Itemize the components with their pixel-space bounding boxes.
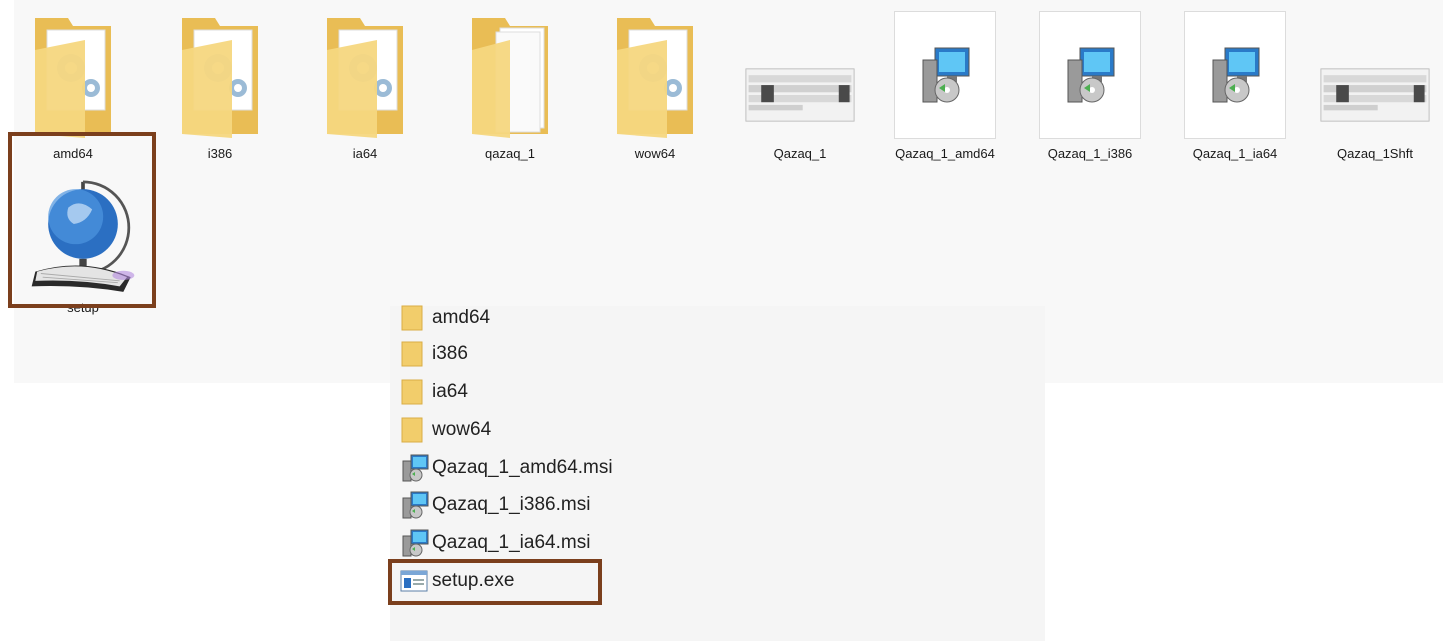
- msi-installer-icon: [1039, 11, 1141, 139]
- msi-installer-icon: [400, 453, 430, 483]
- file-name: amd64: [432, 307, 491, 328]
- globe-keyboard-icon: [28, 170, 138, 300]
- list-item-folder[interactable]: wow64: [400, 412, 491, 448]
- file-list-panel: amd64 i386 ia64 wow64 Qazaq_1_amd64.msi …: [388, 305, 1045, 641]
- msi-installer-icon: [400, 490, 430, 520]
- file-name: Qazaq_1_ia64.msi: [432, 532, 591, 553]
- file-name: setup.exe: [432, 570, 515, 591]
- file-label: amd64: [53, 146, 93, 161]
- file-item-wow64[interactable]: wow64: [590, 10, 720, 170]
- file-item-qazaq-1-folder[interactable]: qazaq_1: [445, 10, 575, 170]
- file-name: Qazaq_1_amd64.msi: [432, 457, 613, 478]
- file-label: qazaq_1: [485, 146, 535, 161]
- file-label: wow64: [634, 146, 676, 161]
- msi-installer-icon: [894, 11, 996, 139]
- folder-icon: [400, 415, 430, 445]
- file-item-setup[interactable]: setup: [18, 170, 148, 320]
- file-name: Qazaq_1_i386.msi: [432, 494, 591, 515]
- folder-icon: [310, 10, 420, 140]
- msi-installer-icon: [1184, 11, 1286, 139]
- folder-icon: [18, 10, 128, 140]
- file-item-qazaq-1-amd64-msi[interactable]: Qazaq_1_amd64: [880, 10, 1010, 170]
- list-item-msi[interactable]: Qazaq_1_i386.msi: [400, 487, 590, 523]
- msi-installer-icon: [400, 528, 430, 558]
- list-item-folder[interactable]: amd64: [400, 300, 490, 336]
- folder-icon: [600, 10, 710, 140]
- file-item-qazaq-1-i386-msi[interactable]: Qazaq_1_i386: [1025, 10, 1155, 170]
- folder-icon: [165, 10, 275, 140]
- keyboard-layout-icon: [1320, 10, 1430, 140]
- file-label: i386: [207, 146, 233, 161]
- file-label: Qazaq_1_i386: [1047, 146, 1133, 161]
- list-item-msi[interactable]: Qazaq_1_amd64.msi: [400, 450, 613, 486]
- folder-icon: [400, 377, 430, 407]
- file-item-ia64[interactable]: ia64: [300, 10, 430, 170]
- file-label: setup: [67, 300, 99, 315]
- file-item-qazaq-1shft[interactable]: Qazaq_1Shft: [1310, 10, 1440, 170]
- folder-icon: [455, 10, 565, 140]
- folder-icon: [400, 339, 430, 369]
- file-label: Qazaq_1Shft: [1337, 146, 1413, 161]
- file-label: Qazaq_1_ia64: [1192, 146, 1278, 161]
- file-label: ia64: [352, 146, 378, 161]
- file-item-qazaq-1[interactable]: Qazaq_1: [735, 10, 865, 170]
- file-name: wow64: [432, 419, 492, 440]
- file-item-i386[interactable]: i386: [155, 10, 285, 170]
- list-item-folder[interactable]: ia64: [400, 374, 468, 410]
- list-item-msi[interactable]: Qazaq_1_ia64.msi: [400, 525, 590, 561]
- file-name: ia64: [432, 381, 468, 402]
- list-item-exe[interactable]: setup.exe: [400, 563, 514, 599]
- application-window-icon: [400, 566, 430, 596]
- file-item-amd64[interactable]: amd64: [8, 10, 138, 170]
- file-label: Qazaq_1_amd64: [895, 146, 995, 161]
- large-icons-grid: amd64 i386 ia64 qazaq_1 wow64 Qazaq_1 Qa…: [0, 0, 1443, 315]
- file-name: i386: [432, 343, 468, 364]
- file-item-qazaq-1-ia64-msi[interactable]: Qazaq_1_ia64: [1170, 10, 1300, 170]
- keyboard-layout-icon: [745, 10, 855, 140]
- folder-icon: [400, 303, 430, 333]
- list-item-folder[interactable]: i386: [400, 336, 468, 372]
- file-label: Qazaq_1: [773, 146, 827, 161]
